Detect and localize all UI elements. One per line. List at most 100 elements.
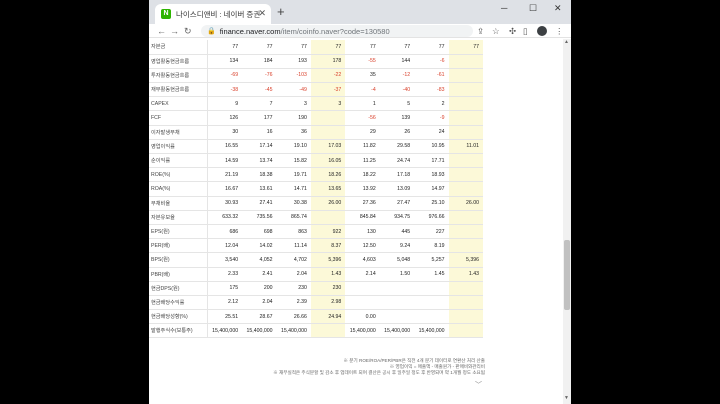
table-cell: 934.75 [379, 210, 415, 225]
menu-kebab-icon[interactable]: ⋮ [555, 25, 564, 37]
row-label: BPS(원) [149, 252, 209, 268]
table-cell: 5,048 [379, 252, 415, 268]
table-cell: 18.38 [242, 167, 277, 183]
table-row: 현금배당수익률 2.12 2.04 2.39 2.98 [149, 295, 483, 311]
table-cell: 2.14 [345, 267, 380, 282]
reload-icon[interactable]: ↻ [184, 25, 192, 37]
row-label: 현금배당수익률 [149, 295, 209, 311]
table-cell: 2 [414, 96, 449, 112]
row-label: 이자발생부채 [149, 125, 209, 140]
table-cell: -45 [242, 82, 277, 98]
table-cell: 15.82 [276, 153, 311, 169]
scrollbar-thumb[interactable] [564, 240, 570, 310]
share-icon[interactable]: ⇪ [477, 25, 484, 37]
table-cell: 686 [207, 224, 243, 240]
browser-tab[interactable]: N 나이스디앤비 : 네이버 증권 ✕ [155, 4, 271, 24]
table-cell: 9 [207, 96, 243, 112]
maximize-button[interactable]: ☐ [529, 3, 537, 14]
row-label: 영업활동현금흐름 [149, 54, 209, 69]
scroll-up-arrow-icon[interactable]: ▲ [564, 39, 569, 45]
table-cell: 1.50 [379, 267, 415, 282]
table-cell [448, 323, 483, 339]
table-cell: 16 [242, 125, 277, 140]
vertical-scrollbar[interactable]: ▲ ▼ [563, 39, 571, 404]
table-cell: 29 [345, 125, 380, 140]
table-cell [448, 96, 483, 112]
table-cell: -76 [242, 68, 277, 84]
table-cell: 144 [379, 54, 415, 69]
table-cell: 3 [310, 96, 346, 112]
table-cell: 1.43 [448, 267, 483, 282]
table-cell: 922 [310, 224, 346, 240]
table-cell: 15,400,000 [414, 323, 449, 339]
table-cell: 77 [310, 40, 346, 55]
table-cell: 24.94 [310, 309, 346, 325]
table-cell: 77 [276, 40, 311, 55]
table-cell: -9 [414, 110, 449, 126]
table-cell: 15,400,000 [345, 323, 380, 339]
table-cell: 2.12 [207, 295, 243, 311]
address-bar[interactable]: 🔒 finance.naver.com/item/coinfo.naver?co… [201, 25, 473, 37]
table-cell [414, 309, 449, 325]
table-cell: 16.67 [207, 181, 243, 197]
table-cell [448, 309, 483, 325]
table-row: 투자활동현금흐름 -69 -76 -103 -22 35 -12 -61 [149, 68, 483, 84]
table-cell: -56 [345, 110, 380, 126]
table-cell: 1.43 [310, 267, 346, 282]
sidebar-icon[interactable]: ▯ [523, 25, 528, 37]
table-cell: 230 [276, 281, 311, 296]
row-label: FCF [149, 110, 209, 126]
table-row: 영업활동현금흐름 134 184 193 178 -55 144 -6 [149, 54, 483, 69]
table-cell [448, 238, 483, 254]
table-cell [345, 295, 380, 311]
table-cell: 77 [448, 40, 483, 55]
table-row: CAPEX 9 7 3 3 1 5 2 [149, 96, 483, 112]
chevron-down-icon[interactable]: ﹀ [475, 380, 482, 390]
table-cell: 28.67 [242, 309, 277, 325]
bookmark-star-icon[interactable]: ☆ [492, 25, 500, 37]
table-cell: 35 [345, 68, 380, 84]
table-cell [448, 295, 483, 311]
close-window-button[interactable]: ✕ [554, 3, 562, 14]
table-cell: 18.22 [345, 167, 380, 183]
table-cell: 11.14 [276, 238, 311, 254]
table-cell [379, 309, 415, 325]
table-cell: 14.71 [276, 181, 311, 197]
table-cell: 5,396 [310, 252, 346, 268]
table-row: ROE(%) 21.19 18.38 19.71 18.26 18.22 17.18 18.9… [149, 167, 483, 183]
table-row: 자본유보율 633.32 735.56 865.74 845.84 934.75 976.6… [149, 210, 483, 225]
table-cell: 77 [207, 40, 243, 55]
table-cell: 26.66 [276, 309, 311, 325]
table-cell: 7 [242, 96, 277, 112]
forward-arrow-icon[interactable]: → [170, 25, 179, 37]
profile-avatar[interactable] [537, 26, 547, 36]
back-arrow-icon[interactable]: ← [157, 25, 166, 37]
table-cell: 845.84 [345, 210, 380, 225]
table-cell: 17.14 [242, 139, 277, 155]
row-label: 자본금 [149, 40, 209, 55]
close-tab-icon[interactable]: ✕ [258, 8, 266, 19]
table-cell: 13.92 [345, 181, 380, 197]
table-cell: 178 [310, 54, 346, 69]
table-cell: 3 [276, 96, 311, 112]
table-cell: 5,396 [448, 252, 483, 268]
scroll-down-arrow-icon[interactable]: ▼ [564, 395, 569, 401]
row-label: ROA(%) [149, 181, 209, 197]
table-cell: 30.38 [276, 196, 311, 211]
table-cell: 976.66 [414, 210, 449, 225]
table-cell: 633.32 [207, 210, 243, 225]
row-label: ROE(%) [149, 167, 209, 183]
table-cell: -69 [207, 68, 243, 84]
table-row: PBR(배) 2.33 2.41 2.04 1.43 2.14 1.50 1.45 1.43 [149, 267, 483, 282]
minimize-button[interactable]: ─ [501, 3, 507, 13]
new-tab-button[interactable]: + [277, 5, 285, 19]
table-cell: -4 [345, 82, 380, 98]
table-cell: 26.00 [310, 196, 346, 211]
table-cell: 15,400,000 [207, 323, 243, 339]
table-cell: 13.65 [310, 181, 346, 197]
extensions-icon[interactable]: ✣ [509, 25, 516, 37]
table-cell [414, 295, 449, 311]
table-cell [448, 125, 483, 140]
table-cell: 15,400,000 [242, 323, 277, 339]
table-cell: 445 [379, 224, 415, 240]
